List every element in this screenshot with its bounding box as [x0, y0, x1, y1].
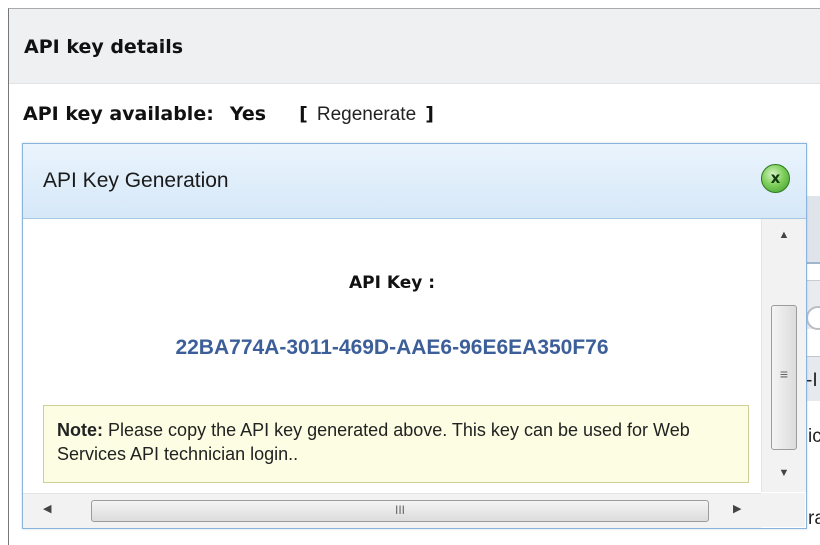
close-button[interactable]: x: [761, 164, 790, 193]
bracket-close: ]: [425, 103, 434, 125]
vertical-scroll-thumb[interactable]: ≡: [771, 305, 797, 450]
grip-icon: III: [394, 503, 405, 517]
note-label: Note:: [57, 420, 103, 440]
background-fragment: ra: [808, 508, 820, 529]
api-key-dialog: API Key Generation x API Key : 22BA774A-…: [22, 143, 807, 529]
scrollbar-corner: [761, 493, 805, 527]
scroll-left-icon[interactable]: ◀: [43, 502, 51, 515]
note-text: Please copy the API key generated above.…: [57, 420, 690, 464]
api-key-status: API key available: Yes [ Regenerate ]: [23, 103, 437, 126]
section-title: API key details: [24, 36, 184, 58]
horizontal-scrollbar[interactable]: ◀ III ▶: [23, 493, 761, 528]
dialog-titlebar[interactable]: API Key Generation x: [23, 144, 806, 219]
close-icon: x: [770, 169, 781, 187]
dialog-title: API Key Generation: [43, 169, 229, 192]
status-label: API key available:: [23, 103, 214, 125]
api-key-value: 22BA774A-3011-469D-AAE6-96E6EA350F76: [175, 336, 609, 359]
regenerate-link[interactable]: Regenerate: [317, 104, 416, 125]
status-value: Yes: [229, 103, 267, 125]
scroll-right-icon[interactable]: ▶: [733, 502, 741, 515]
api-key-caption: API Key :: [348, 273, 436, 293]
scroll-up-icon[interactable]: ▲: [762, 229, 806, 241]
note-box: Note: Please copy the API key generated …: [43, 405, 749, 483]
grip-icon: ≡: [779, 366, 789, 382]
background-fragment: ic: [808, 426, 820, 447]
regenerate-wrapper: [ Regenerate ]: [296, 103, 437, 125]
vertical-scrollbar[interactable]: ▲ ≡ ▼: [761, 219, 806, 492]
dialog-body: API Key : 22BA774A-3011-469D-AAE6-96E6EA…: [23, 219, 761, 492]
horizontal-scroll-thumb[interactable]: III: [91, 500, 709, 522]
scroll-down-icon[interactable]: ▼: [762, 467, 806, 479]
background-fragment: -I: [806, 370, 818, 391]
bracket-open: [: [299, 103, 308, 125]
